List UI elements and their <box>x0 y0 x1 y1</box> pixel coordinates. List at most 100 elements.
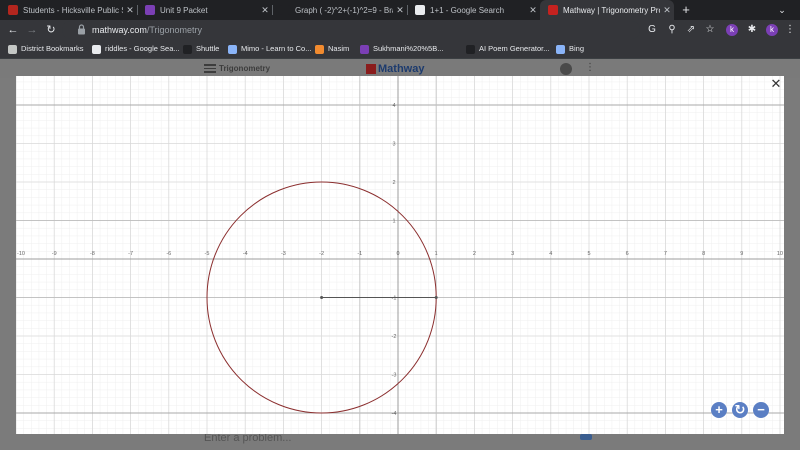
tab-search-chevron-icon[interactable]: ⌄ <box>774 1 790 19</box>
bookmark-label: District Bookmarks <box>21 44 84 53</box>
mathway-logo-icon <box>366 64 376 74</box>
tab-5[interactable]: Mathway | Trigonometry Probl ✕ <box>540 0 674 20</box>
x-tick-label: 10 <box>777 251 783 257</box>
profile-icon[interactable]: k <box>764 22 780 38</box>
reset-view-button[interactable]: ↻ <box>732 402 748 418</box>
forward-arrow-icon[interactable]: → <box>24 22 40 38</box>
x-tick-label: -6 <box>166 251 171 257</box>
y-tick-label: 2 <box>392 180 395 186</box>
bookmark-item[interactable]: Nasim <box>315 40 349 58</box>
bookmark-label: Bing <box>569 44 585 53</box>
x-tick-label: -7 <box>128 251 133 257</box>
tab-close-icon[interactable]: ✕ <box>660 5 674 16</box>
search-icon <box>556 44 565 54</box>
x-tick-label: -1 <box>357 251 362 257</box>
google-lens-icon[interactable]: G <box>644 22 660 38</box>
x-tick-label: 7 <box>664 251 667 257</box>
tab-title: Graph ( -2)^2+(-1)^2=9 - Brai <box>295 5 393 15</box>
bookmark-star-icon[interactable]: ☆ <box>702 22 718 38</box>
bookmark-item[interactable]: Mimo - Learn to Co... <box>228 40 311 58</box>
mathway-icon <box>548 5 558 15</box>
zoom-out-button[interactable]: − <box>753 402 769 418</box>
x-tick-label: -3 <box>281 251 286 257</box>
data-point <box>434 296 438 299</box>
x-tick-label: -4 <box>243 251 248 257</box>
google-icon <box>415 5 425 15</box>
bookmark-item[interactable]: Sukhmani%20%5B... <box>360 40 443 58</box>
tab-close-icon[interactable]: ✕ <box>123 5 137 16</box>
bookmark-item[interactable]: riddles - Google Sea... <box>92 40 180 58</box>
brainly-icon <box>280 5 290 15</box>
x-tick-label: 9 <box>740 251 743 257</box>
bookmark-label: riddles - Google Sea... <box>105 44 180 53</box>
x-tick-label: -5 <box>205 251 210 257</box>
new-tab-button[interactable]: + <box>678 1 694 19</box>
data-point <box>320 296 324 299</box>
extensions-puzzle-icon[interactable]: ✱ <box>744 22 760 38</box>
x-tick-label: -9 <box>52 251 57 257</box>
tab-3[interactable]: Graph ( -2)^2+(-1)^2=9 - Brai ✕ <box>272 0 407 20</box>
kahoot-icon <box>360 44 369 54</box>
x-tick-label: 8 <box>702 251 705 257</box>
tab-1[interactable]: Students - Hicksville Public Sc ✕ <box>0 0 137 20</box>
bookmark-label: Nasim <box>328 44 350 53</box>
x-tick-label: 3 <box>511 251 514 257</box>
hamburger-menu-icon[interactable] <box>204 64 216 73</box>
url-host: mathway.com <box>92 25 147 35</box>
y-tick-label: 4 <box>392 103 395 109</box>
browser-menu-icon[interactable]: ⋮ <box>782 22 798 38</box>
google-icon <box>92 44 101 54</box>
tab-title: 1+1 - Google Search <box>430 5 505 15</box>
kami-extension-icon[interactable]: k <box>724 22 740 38</box>
nasim-icon <box>315 44 324 54</box>
x-tick-label: -8 <box>90 251 95 257</box>
y-tick-label: -1 <box>392 296 397 302</box>
folder-icon <box>8 44 17 54</box>
url-text[interactable]: mathway.com/Trigonometry <box>92 20 202 40</box>
tab-2[interactable]: Unit 9 Packet ✕ <box>137 0 272 20</box>
y-tick-label: 3 <box>392 142 395 148</box>
back-arrow-icon[interactable]: ← <box>5 22 21 38</box>
share-icon[interactable]: ⇗ <box>683 22 699 38</box>
bookmark-label: AI Poem Generator... <box>479 44 550 53</box>
bookmark-item[interactable]: Shuttle <box>183 40 219 58</box>
more-options-icon[interactable]: ⋮ <box>585 60 595 76</box>
school-icon <box>8 5 18 15</box>
bookmark-label: Sukhmani%20%5B... <box>373 44 444 53</box>
x-tick-label: 6 <box>626 251 629 257</box>
shuttle-icon <box>183 44 192 54</box>
zoom-in-button[interactable]: + <box>711 402 727 418</box>
y-tick-label: -2 <box>392 334 397 340</box>
graph-plot[interactable]: -10 -9 -8 -7 -6 -5 -4 -3 -2 -1 0 1 2 3 4 5 6 7 8 9 104321-1-… <box>16 76 784 434</box>
user-avatar-icon[interactable] <box>560 63 572 75</box>
mathway-logo[interactable]: Mathway <box>366 62 424 76</box>
section-title[interactable]: Trigonometry <box>219 62 270 76</box>
reload-icon[interactable]: ↻ <box>43 22 59 38</box>
bookmark-label: Shuttle <box>196 44 220 53</box>
x-tick-label: 1 <box>435 251 438 257</box>
mimo-icon <box>228 44 237 54</box>
x-tick-label: 4 <box>549 251 552 257</box>
bookmark-item[interactable]: Bing <box>556 40 584 58</box>
x-tick-label: 2 <box>473 251 476 257</box>
site-info-icon[interactable] <box>77 24 86 35</box>
tab-close-icon[interactable]: ✕ <box>258 5 272 16</box>
tab-close-icon[interactable]: ✕ <box>526 5 540 16</box>
bookmark-item[interactable]: AI Poem Generator... <box>466 40 549 58</box>
x-tick-label: -2 <box>319 251 324 257</box>
tab-separator <box>272 5 273 15</box>
tab-title: Mathway | Trigonometry Probl <box>563 5 660 15</box>
zoom-magnifier-icon[interactable]: ⚲ <box>664 22 680 38</box>
tab-separator <box>137 5 138 15</box>
ai-icon <box>466 44 475 54</box>
y-tick-label: 1 <box>392 219 395 225</box>
bookmark-item[interactable]: District Bookmarks <box>8 40 84 58</box>
close-icon[interactable]: ✕ <box>769 77 783 91</box>
tab-separator <box>407 5 408 15</box>
tab-title: Unit 9 Packet <box>160 5 208 15</box>
tab-close-icon[interactable]: ✕ <box>393 5 407 16</box>
tab-4[interactable]: 1+1 - Google Search ✕ <box>407 0 540 20</box>
y-tick-label: -4 <box>392 411 397 417</box>
send-button[interactable] <box>580 434 592 440</box>
graph-modal[interactable]: -10 -9 -8 -7 -6 -5 -4 -3 -2 -1 0 1 2 3 4 5 6 7 8 9 10 4 3 2 1 -1-… <box>16 76 784 434</box>
